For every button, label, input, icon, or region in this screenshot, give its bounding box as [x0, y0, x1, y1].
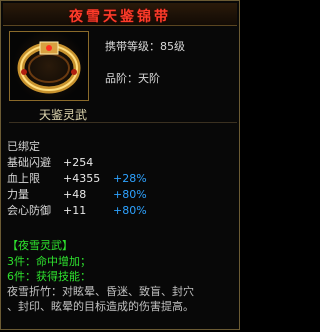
section-title: 天鉴灵武	[39, 108, 88, 122]
stat-value: +11	[63, 204, 87, 217]
item-rank: 品阶：天阶	[105, 72, 160, 85]
stat-row: 血上限 +4355 +28%	[7, 171, 237, 187]
set-title: 【夜雪灵武】	[7, 239, 73, 252]
belt-icon-graphic	[17, 41, 81, 94]
tooltip-title-bar: 夜雪天鉴锦带	[3, 3, 237, 26]
stat-percent: +80%	[113, 204, 147, 217]
stat-percent: +80%	[113, 188, 147, 201]
skill-description-2: 、封印、眩晕的目标造成的伤害提高。	[7, 300, 194, 313]
carry-level: 携带等级：85级	[105, 40, 185, 53]
stat-value: +48	[63, 188, 87, 201]
bound-status: 已绑定	[7, 140, 40, 153]
stat-name: 力量	[7, 188, 29, 201]
item-tooltip: 夜雪天鉴锦带 携带等级：85级 品阶：天阶 天鉴灵武 已绑定 基础闪避 +254 …	[0, 0, 240, 330]
skill-description-1: 夜雪折竹：对眩晕、昏迷、致盲、封穴	[7, 285, 194, 298]
item-name: 夜雪天鉴锦带	[69, 9, 171, 25]
stat-row: 基础闪避 +254	[7, 155, 237, 171]
stat-value: +4355	[63, 172, 101, 185]
stat-name: 基础闪避	[7, 156, 51, 169]
section-header: 天鉴灵武	[9, 105, 237, 123]
stat-value: +254	[63, 156, 94, 169]
set-bonus-3: 3件：命中增加；	[7, 255, 91, 268]
stat-name: 会心防御	[7, 204, 51, 217]
stat-row: 力量 +48 +80%	[7, 187, 237, 203]
set-bonus-6: 6件：获得技能：	[7, 270, 91, 283]
golden-belt-icon	[9, 31, 89, 101]
stat-percent: +28%	[113, 172, 147, 185]
stat-row: 会心防御 +11 +80%	[7, 203, 237, 219]
stats-block: 已绑定 基础闪避 +254 血上限 +4355 +28% 力量 +48 +80% 会心防御…	[7, 139, 237, 219]
stat-name: 血上限	[7, 172, 40, 185]
set-bonus-block: 【夜雪灵武】 3件：命中增加； 6件：获得技能： 夜雪折竹：对眩晕、昏迷、致盲、…	[7, 238, 237, 314]
